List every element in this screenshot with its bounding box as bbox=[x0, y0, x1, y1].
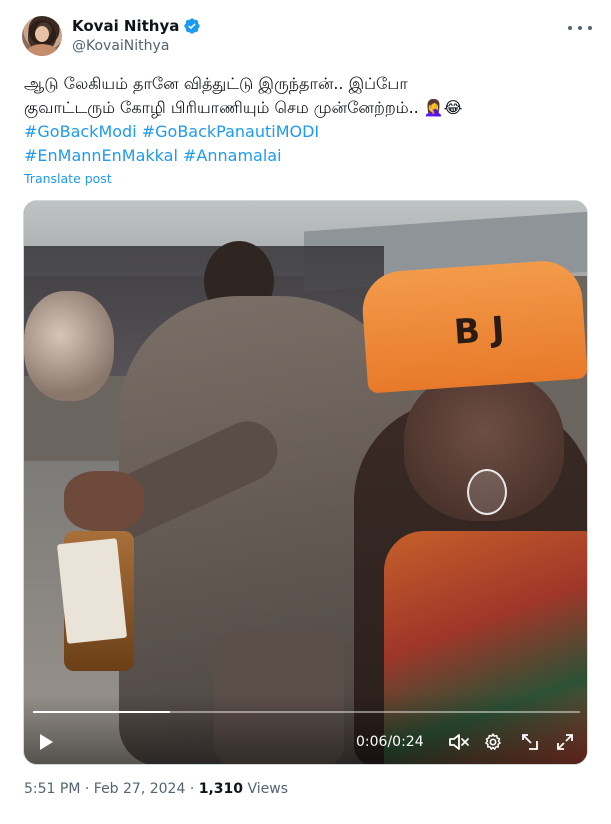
duration: 0:24 bbox=[392, 734, 424, 750]
video-player[interactable]: B J 0:06 / 0:24 bbox=[23, 200, 588, 765]
hashtag-enmannenmakkal[interactable]: #EnMannEnMakkal bbox=[24, 146, 178, 165]
gear-icon[interactable] bbox=[482, 729, 504, 755]
tweet-line-1: ஆடு லேகியம் தானே வித்துட்டு இருந்தான்.. … bbox=[24, 74, 408, 93]
fullscreen-icon[interactable] bbox=[554, 729, 576, 755]
views-label: Views bbox=[243, 781, 288, 797]
video-hand bbox=[64, 471, 144, 531]
avatar[interactable] bbox=[22, 16, 62, 56]
verified-badge-icon bbox=[184, 18, 201, 34]
video-progress-fill bbox=[33, 711, 170, 713]
display-name[interactable]: Kovai Nithya bbox=[72, 17, 179, 35]
video-bottle-label bbox=[56, 538, 128, 644]
play-icon[interactable] bbox=[36, 729, 56, 755]
hashtag-annamalai[interactable]: #Annamalai bbox=[183, 146, 282, 165]
emoji: 🤦‍♀️😂 bbox=[423, 98, 463, 117]
meta-dot: · bbox=[185, 781, 199, 797]
more-dot bbox=[568, 26, 572, 30]
more-icon[interactable] bbox=[568, 18, 592, 38]
tweet-line-2: குவாட்டரும் கோழி பிரியாணியும் செம முன்னே… bbox=[24, 96, 594, 120]
video-time: 0:06 / 0:24 bbox=[356, 729, 424, 755]
hashtag-line-2: #EnMannEnMakkal #Annamalai bbox=[24, 144, 594, 168]
hashtag-gobackmodi[interactable]: #GoBackModi bbox=[24, 122, 137, 141]
translate-post-link[interactable]: Translate post bbox=[24, 171, 112, 186]
hashtag-gobackpanautimodi[interactable]: #GoBackPanautiMODI bbox=[142, 122, 319, 141]
current-time: 0:06 bbox=[356, 734, 388, 750]
more-dot bbox=[578, 26, 582, 30]
tweet-meta: 5:51 PM · Feb 27, 2024 · 1,310 Views bbox=[24, 781, 288, 797]
video-badge bbox=[467, 469, 507, 515]
video-controls: 0:06 / 0:24 bbox=[24, 729, 587, 755]
tweet-text: ஆடு லேகியம் தானே வித்துட்டு இருந்தான்.. … bbox=[24, 72, 594, 168]
author-handle[interactable]: @KovaiNithya bbox=[72, 38, 169, 54]
mute-icon[interactable] bbox=[448, 729, 470, 755]
video-frame: B J bbox=[24, 201, 587, 764]
tweet: Kovai Nithya @KovaiNithya ஆடு லேகியம் தா… bbox=[0, 0, 611, 824]
video-person-left bbox=[24, 291, 114, 401]
video-progress-bar[interactable] bbox=[33, 711, 580, 713]
author-name-row[interactable]: Kovai Nithya bbox=[72, 17, 201, 35]
more-dot bbox=[588, 26, 592, 30]
video-cap-text: B J bbox=[452, 309, 506, 353]
post-date[interactable]: Feb 27, 2024 bbox=[94, 781, 186, 797]
tweet-line-2-text: குவாட்டரும் கோழி பிரியாணியும் செம முன்னே… bbox=[24, 98, 419, 117]
post-time[interactable]: 5:51 PM bbox=[24, 781, 80, 797]
avatar-face bbox=[35, 26, 49, 42]
popout-icon[interactable] bbox=[519, 729, 541, 755]
hashtag-line-1: #GoBackModi #GoBackPanautiMODI bbox=[24, 120, 594, 144]
meta-dot: · bbox=[80, 781, 94, 797]
views-count: 1,310 bbox=[198, 781, 244, 797]
